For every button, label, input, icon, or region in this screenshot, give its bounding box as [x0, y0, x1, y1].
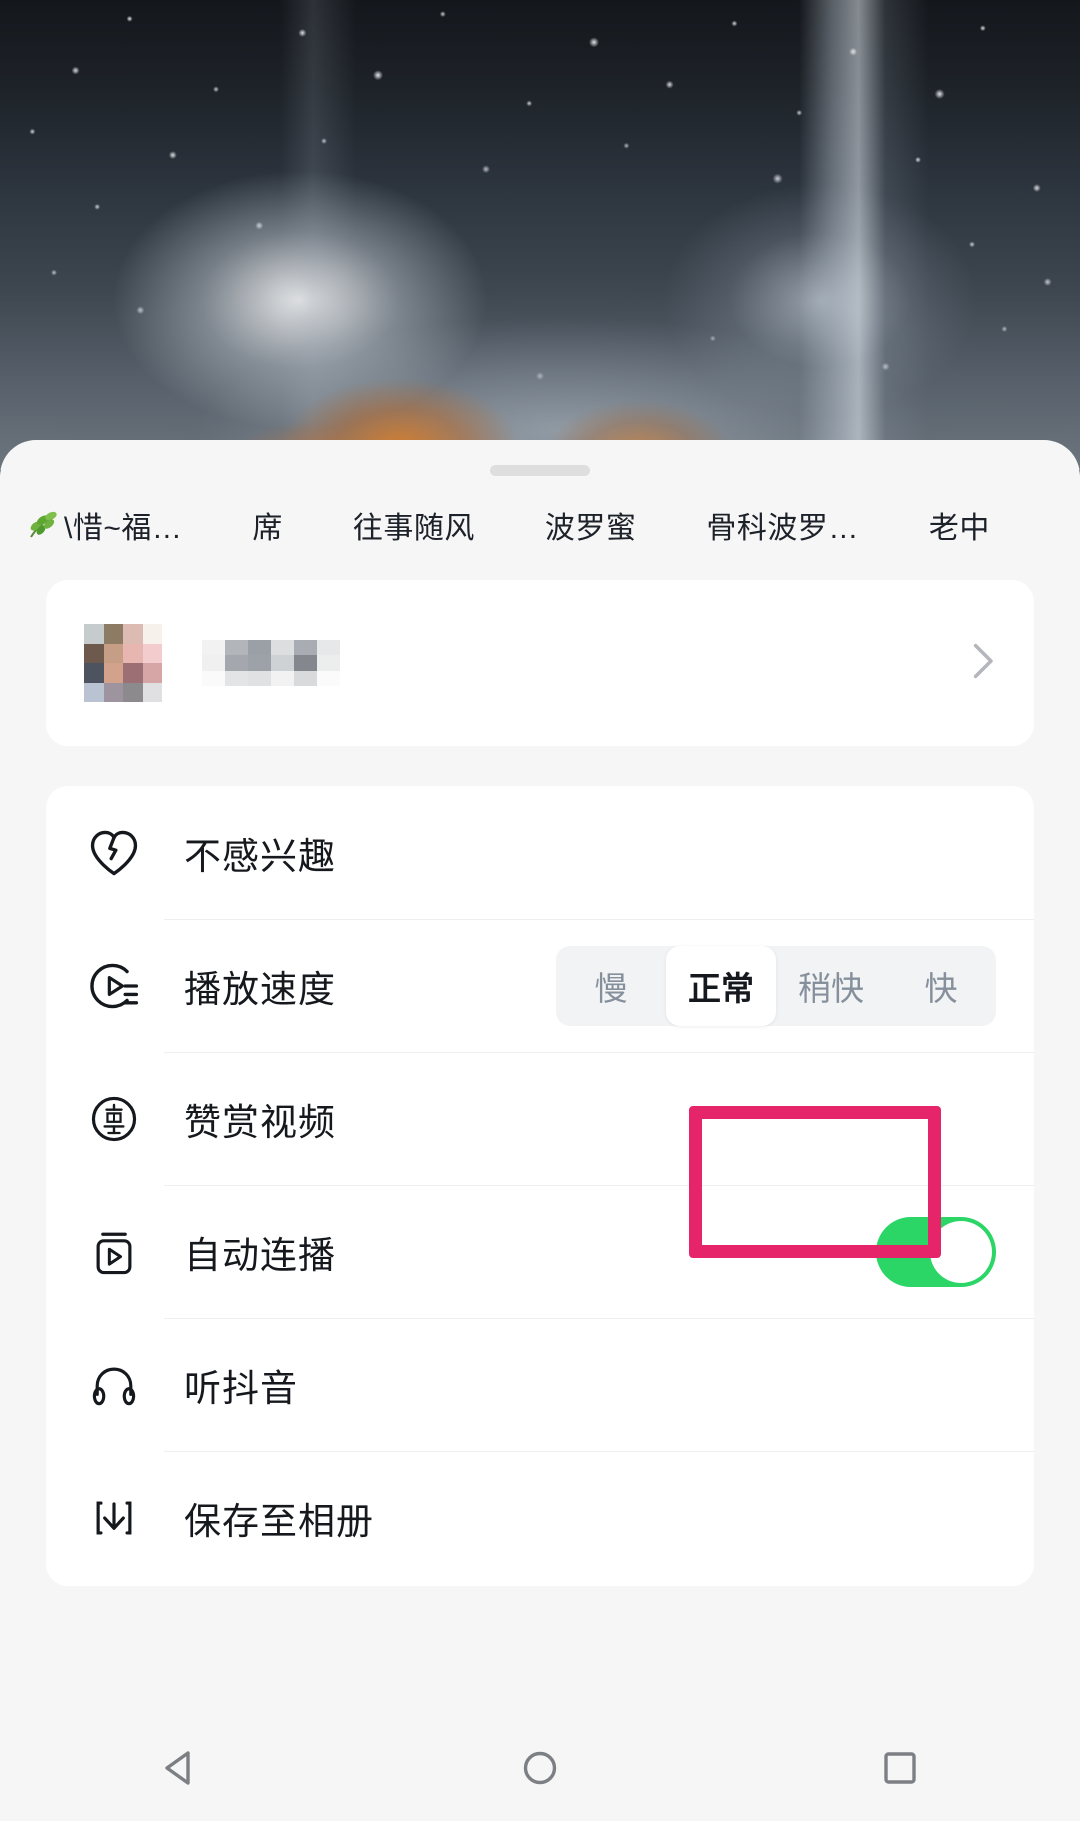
- user-name: [202, 640, 340, 686]
- option-row-save-to-album[interactable]: 保存至相册: [46, 1451, 1034, 1584]
- option-row-reward-video[interactable]: 赞赏视频: [46, 1052, 1034, 1185]
- app-screen: \惜~福… 席 往事随风 波罗蜜 骨科波罗… 老中 不感兴趣 播放速度 慢 正常…: [0, 0, 1080, 1821]
- tab-chip-label: \惜~福…: [64, 512, 183, 545]
- nav-recents-button[interactable]: [840, 1720, 960, 1821]
- option-label: 自动连播: [184, 1234, 336, 1276]
- tab-chip-4[interactable]: 骨科波罗…: [706, 503, 859, 547]
- toggle-knob: [930, 1220, 992, 1283]
- playback-speed-segmented-control[interactable]: 慢 正常 稍快 快: [556, 945, 996, 1026]
- speed-option-fast[interactable]: 快: [886, 946, 996, 1026]
- broken-heart-icon: [84, 823, 144, 883]
- tab-chip-label: 席: [252, 512, 283, 545]
- tab-chip-label: 波罗蜜: [544, 512, 637, 545]
- user-row[interactable]: [46, 580, 1034, 746]
- playback-speed-icon: [84, 956, 144, 1016]
- tab-chip-label: 往事随风: [352, 512, 475, 545]
- option-row-listen-douyin[interactable]: 听抖音: [46, 1318, 1034, 1451]
- headphones-icon: [84, 1355, 144, 1415]
- leaf-icon: [26, 508, 60, 542]
- triangle-left-icon: [158, 1746, 202, 1795]
- option-label: 不感兴趣: [184, 835, 336, 877]
- tab-chip-2[interactable]: 往事随风: [353, 503, 475, 547]
- tab-chip-3[interactable]: 波罗蜜: [545, 503, 637, 547]
- tab-chip-label: 老中: [928, 512, 990, 545]
- download-icon: [84, 1488, 144, 1548]
- speed-option-slow[interactable]: 慢: [556, 946, 666, 1026]
- user-card[interactable]: [46, 580, 1034, 746]
- autoplay-icon: [84, 1222, 144, 1282]
- bottom-sheet: \惜~福… 席 往事随风 波罗蜜 骨科波罗… 老中 不感兴趣 播放速度 慢 正常…: [0, 440, 1080, 1721]
- square-icon: [878, 1746, 922, 1795]
- nav-back-button[interactable]: [120, 1720, 240, 1821]
- reward-icon: [84, 1089, 144, 1149]
- options-card: 不感兴趣 播放速度 慢 正常 稍快 快 赞赏视频 自动连播 听抖音 保存至相册: [46, 786, 1034, 1586]
- avatar: [84, 624, 162, 702]
- option-label: 听抖音: [184, 1367, 298, 1409]
- option-row-not-interested[interactable]: 不感兴趣: [46, 786, 1034, 919]
- topic-tab-strip[interactable]: \惜~福… 席 往事随风 波罗蜜 骨科波罗… 老中: [0, 492, 1080, 558]
- tab-chip-0[interactable]: \惜~福…: [26, 503, 182, 547]
- speed-option-normal[interactable]: 正常: [666, 945, 776, 1026]
- chevron-right-icon[interactable]: [970, 640, 998, 687]
- tab-chip-label: 骨科波罗…: [706, 512, 859, 545]
- option-label: 播放速度: [184, 968, 336, 1010]
- option-row-autoplay[interactable]: 自动连播: [46, 1185, 1034, 1318]
- nav-home-button[interactable]: [480, 1720, 600, 1821]
- android-nav-bar: [0, 1720, 1080, 1821]
- tab-chip-5[interactable]: 老中: [929, 503, 990, 547]
- sheet-drag-handle[interactable]: [490, 465, 590, 476]
- option-label: 保存至相册: [184, 1500, 374, 1542]
- circle-icon: [518, 1746, 562, 1795]
- option-label: 赞赏视频: [184, 1101, 336, 1143]
- speed-option-slightly-fast[interactable]: 稍快: [776, 946, 886, 1026]
- water-droplets-layer: [0, 0, 1080, 470]
- video-preview[interactable]: [0, 0, 1080, 470]
- option-row-playback-speed[interactable]: 播放速度 慢 正常 稍快 快: [46, 919, 1034, 1052]
- tab-chip-1[interactable]: 席: [252, 503, 283, 547]
- autoplay-toggle[interactable]: [876, 1216, 996, 1287]
